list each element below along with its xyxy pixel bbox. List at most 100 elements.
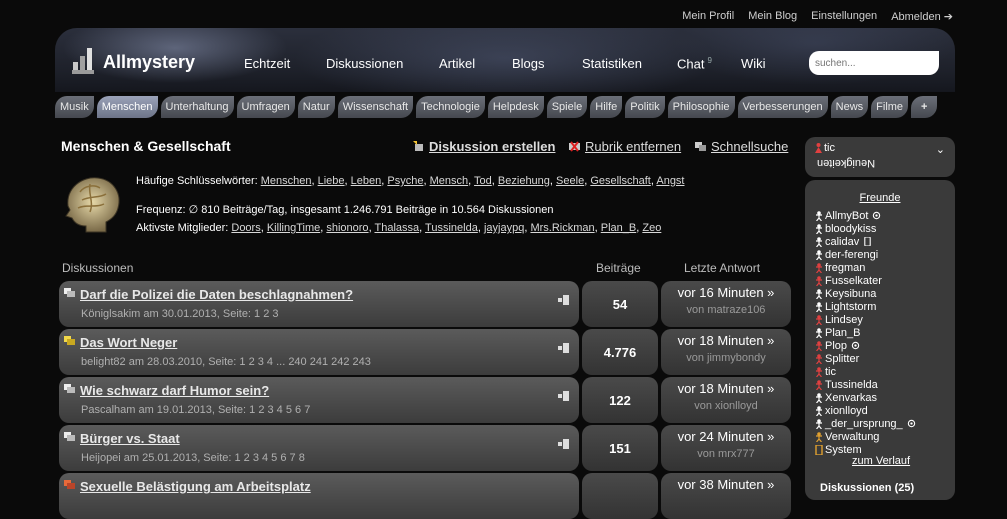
member-link[interactable]: KillingTime [267,222,320,234]
friend-item[interactable]: Lindsey [816,314,863,326]
friend-name: Fusselkater [825,275,882,287]
last-reply-cell[interactable]: vor 38 Minuten » [661,473,791,519]
friend-name: Xenvarkas [825,392,877,404]
nav-artikel[interactable]: Artikel [439,56,475,71]
user-menu[interactable]: tic Neuigkeiten ⌄ [805,137,955,177]
nav-statistiken[interactable]: Statistiken [582,56,642,71]
friend-item[interactable]: _der_ursprung_ [816,418,916,430]
keyword-link[interactable]: Gesellschaft [590,175,651,187]
discussion-title[interactable]: Das Wort Neger [80,335,177,350]
create-discussion-link[interactable]: Diskussion erstellen [413,139,555,154]
last-page-icon[interactable] [558,391,569,401]
remove-category-link[interactable]: Rubrik entfernen [569,139,681,154]
friends-heading[interactable]: Freunde [805,192,955,204]
friend-item[interactable]: Lightstorm [816,301,876,313]
keyword-link[interactable]: Tod [474,175,492,187]
category-natur[interactable]: Natur [297,96,335,118]
category-unterhaltung[interactable]: Unterhaltung [160,96,234,118]
header-banner: Allmystery Echtzeit Diskussionen Artikel… [55,28,955,92]
keywords-line: Häufige Schlüsselwörter: Menschen, Liebe… [136,175,685,187]
member-link[interactable]: Tussinelda [425,222,478,234]
brain-head-icon [65,177,120,233]
last-page-icon[interactable] [558,439,569,449]
friend-item[interactable]: fregman [816,262,865,274]
history-link[interactable]: zum Verlauf [852,455,910,467]
friend-item[interactable]: Fusselkater [816,275,882,287]
person-icon [816,341,822,351]
last-reply-cell[interactable]: vor 24 Minuten » von mrx777 [661,425,791,471]
member-link[interactable]: shionoro [326,222,368,234]
nav-wiki[interactable]: Wiki [741,56,766,71]
keyword-link[interactable]: Seele [556,175,584,187]
category-helpdesk[interactable]: Helpdesk [487,96,544,118]
keyword-link[interactable]: Liebe [318,175,345,187]
category-hilfe[interactable]: Hilfe [590,96,623,118]
category-spiele[interactable]: Spiele [546,96,588,118]
friend-item[interactable]: System [815,444,862,456]
user-female-icon [815,143,822,153]
category-menschen[interactable]: Menschen [96,96,158,118]
last-page-icon[interactable] [558,295,569,305]
nav-diskussionen[interactable]: Diskussionen [326,56,403,71]
category-add-button[interactable]: + [911,96,938,118]
logo-text[interactable]: Allmystery [103,52,195,73]
friend-item[interactable]: Plop [816,340,860,352]
friend-item[interactable]: Splitter [816,353,859,365]
last-reply-cell[interactable]: vor 18 Minuten » von jimmybondy [661,329,791,375]
friend-item[interactable]: tic [816,366,836,378]
keyword-link[interactable]: Mensch [430,175,469,187]
nav-chat[interactable]: Chat 9 [677,56,712,71]
category-politik[interactable]: Politik [625,96,665,118]
discussion-title[interactable]: Sexuelle Belästigung am Arbeitsplatz [80,479,311,494]
friend-item[interactable]: Tussinelda [816,379,878,391]
keyword-link[interactable]: Angst [656,175,684,187]
chevron-down-icon[interactable]: ⌄ [936,143,945,156]
category-wissenschaft[interactable]: Wissenschaft [337,96,414,118]
friend-item[interactable]: der-ferengi [816,249,878,261]
friend-item[interactable]: Verwaltung [816,431,879,443]
category-umfragen[interactable]: Umfragen [236,96,295,118]
discussion-title[interactable]: Bürger vs. Staat [80,431,180,446]
discussion-title[interactable]: Darf die Polizei die Daten beschlagnahme… [80,287,353,302]
quick-search-link[interactable]: Schnellsuche [695,139,788,154]
link-mein-profil[interactable]: Mein Profil [682,10,734,23]
member-link[interactable]: Plan_B [601,222,636,234]
category-verbesserungen[interactable]: Verbesserungen [737,96,828,118]
keyword-link[interactable]: Psyche [387,175,423,187]
friend-item[interactable]: calidav [816,236,872,248]
friend-item[interactable]: bloodykiss [816,223,876,235]
member-link[interactable]: Zeo [642,222,661,234]
discussion-title[interactable]: Wie schwarz darf Humor sein? [80,383,269,398]
category-news[interactable]: News [830,96,869,118]
last-reply-user: von xionlloyd [694,400,758,412]
last-reply-user: von matraze106 [686,304,766,316]
keyword-link[interactable]: Leben [351,175,382,187]
search-input[interactable] [809,51,939,75]
friend-item[interactable]: Xenvarkas [816,392,877,404]
news-label-flipped[interactable]: Neuigkeiten [817,157,875,169]
quick-search-label: Schnellsuche [711,139,789,154]
friend-item[interactable]: Plan_B [816,327,860,339]
nav-echtzeit[interactable]: Echtzeit [244,56,290,71]
member-link[interactable]: Doors [231,222,260,234]
last-reply-cell[interactable]: vor 16 Minuten » von matraze106 [661,281,791,327]
member-link[interactable]: jayjaypq [484,222,524,234]
link-abmelden[interactable]: Abmelden ➔ [891,10,953,23]
friend-item[interactable]: Keysibuna [816,288,876,300]
member-link[interactable]: Thalassa [374,222,419,234]
category-musik[interactable]: Musik [55,96,94,118]
link-einstellungen[interactable]: Einstellungen [811,10,877,23]
friend-item[interactable]: AllmyBot [816,210,881,222]
nav-blogs[interactable]: Blogs [512,56,545,71]
member-link[interactable]: Mrs.Rickman [530,222,594,234]
category-filme[interactable]: Filme [871,96,909,118]
keyword-link[interactable]: Menschen [261,175,312,187]
category-technologie[interactable]: Technologie [416,96,485,118]
create-discussion-label: Diskussion erstellen [429,139,556,154]
link-mein-blog[interactable]: Mein Blog [748,10,797,23]
friend-item[interactable]: xionlloyd [816,405,868,417]
keyword-link[interactable]: Beziehung [498,175,550,187]
last-reply-cell[interactable]: vor 18 Minuten » von xionlloyd [661,377,791,423]
category-philosophie[interactable]: Philosophie [667,96,735,118]
last-page-icon[interactable] [558,343,569,353]
